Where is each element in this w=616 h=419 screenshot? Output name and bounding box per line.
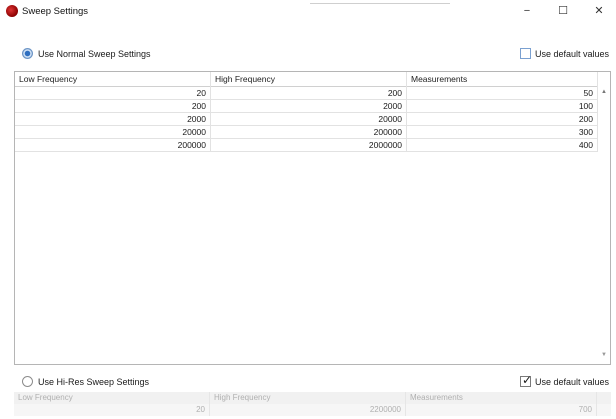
- minimize-button[interactable]: −: [514, 3, 540, 19]
- app-logo-icon: [6, 5, 18, 17]
- hires-table-header: Low Frequency High Frequency Measurement…: [14, 392, 611, 404]
- cell-low[interactable]: 200: [15, 100, 211, 113]
- maximize-button[interactable]: ☐: [550, 3, 576, 19]
- hires-default-label: Use default values: [535, 377, 610, 387]
- col-measurements: Measurements: [407, 72, 598, 87]
- scroll-down-icon[interactable]: ▼: [601, 352, 607, 358]
- hires-table-row: 20 2200000 700: [14, 404, 611, 416]
- hires-sweep-radio[interactable]: [22, 376, 33, 387]
- cell-measurements[interactable]: 100: [407, 100, 598, 113]
- col-measurements: Measurements: [406, 392, 597, 404]
- cell-low[interactable]: 20: [15, 87, 211, 100]
- cell-measurements[interactable]: 50: [407, 87, 598, 100]
- title-divider: [310, 3, 450, 4]
- cell-high[interactable]: 20000: [211, 113, 407, 126]
- cell-high: 2200000: [210, 404, 406, 416]
- cell-low: 20: [14, 404, 210, 416]
- cell-low[interactable]: 2000: [15, 113, 211, 126]
- cell-high[interactable]: 200: [211, 87, 407, 100]
- scroll-up-icon[interactable]: ▲: [601, 89, 607, 95]
- table-row[interactable]: 20 200 50: [15, 87, 598, 100]
- normal-sweep-label: Use Normal Sweep Settings: [38, 49, 151, 59]
- cell-measurements[interactable]: 300: [407, 126, 598, 139]
- normal-default-checkbox[interactable]: [520, 48, 531, 59]
- cell-low[interactable]: 20000: [15, 126, 211, 139]
- cell-high[interactable]: 2000000: [211, 139, 407, 152]
- window-title: Sweep Settings: [22, 6, 89, 17]
- table-row[interactable]: 20000 200000 300: [15, 126, 598, 139]
- cell-measurements: 700: [406, 404, 597, 416]
- table-row[interactable]: 200 2000 100: [15, 100, 598, 113]
- cell-low[interactable]: 200000: [15, 139, 211, 152]
- cell-measurements[interactable]: 400: [407, 139, 598, 152]
- col-high-frequency: High Frequency: [210, 392, 406, 404]
- normal-default-label: Use default values: [535, 49, 610, 59]
- close-button[interactable]: ✕: [586, 3, 612, 19]
- table-header: Low Frequency High Frequency Measurement…: [15, 72, 598, 87]
- normal-sweep-radio[interactable]: [22, 48, 33, 59]
- hires-sweep-label: Use Hi-Res Sweep Settings: [38, 377, 150, 387]
- cell-high[interactable]: 200000: [211, 126, 407, 139]
- table-row[interactable]: 2000 20000 200: [15, 113, 598, 126]
- col-low-frequency: Low Frequency: [15, 72, 211, 87]
- hires-default-checkbox[interactable]: [520, 373, 532, 387]
- normal-sweep-table: Low Frequency High Frequency Measurement…: [14, 71, 611, 365]
- col-low-frequency: Low Frequency: [14, 392, 210, 404]
- cell-measurements[interactable]: 200: [407, 113, 598, 126]
- cell-high[interactable]: 2000: [211, 100, 407, 113]
- col-high-frequency: High Frequency: [211, 72, 407, 87]
- table-row[interactable]: 200000 2000000 400: [15, 139, 598, 152]
